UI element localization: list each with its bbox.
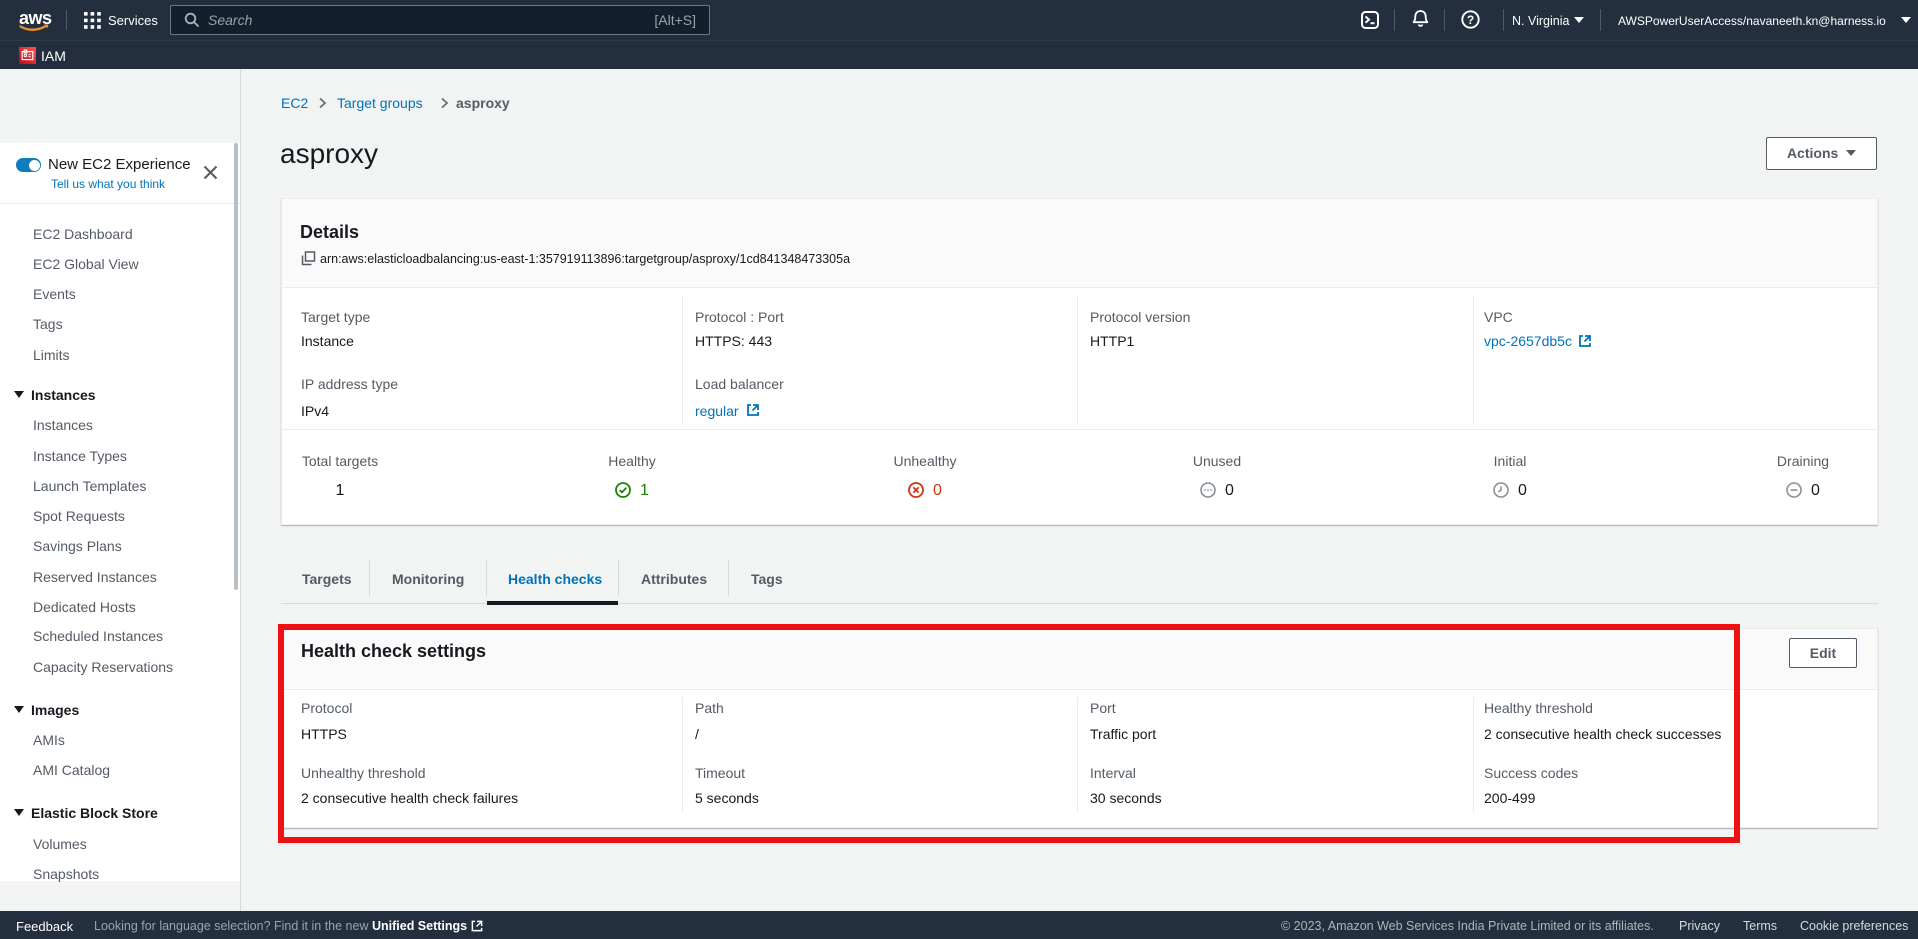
svg-text:?: ? [1467,13,1474,27]
